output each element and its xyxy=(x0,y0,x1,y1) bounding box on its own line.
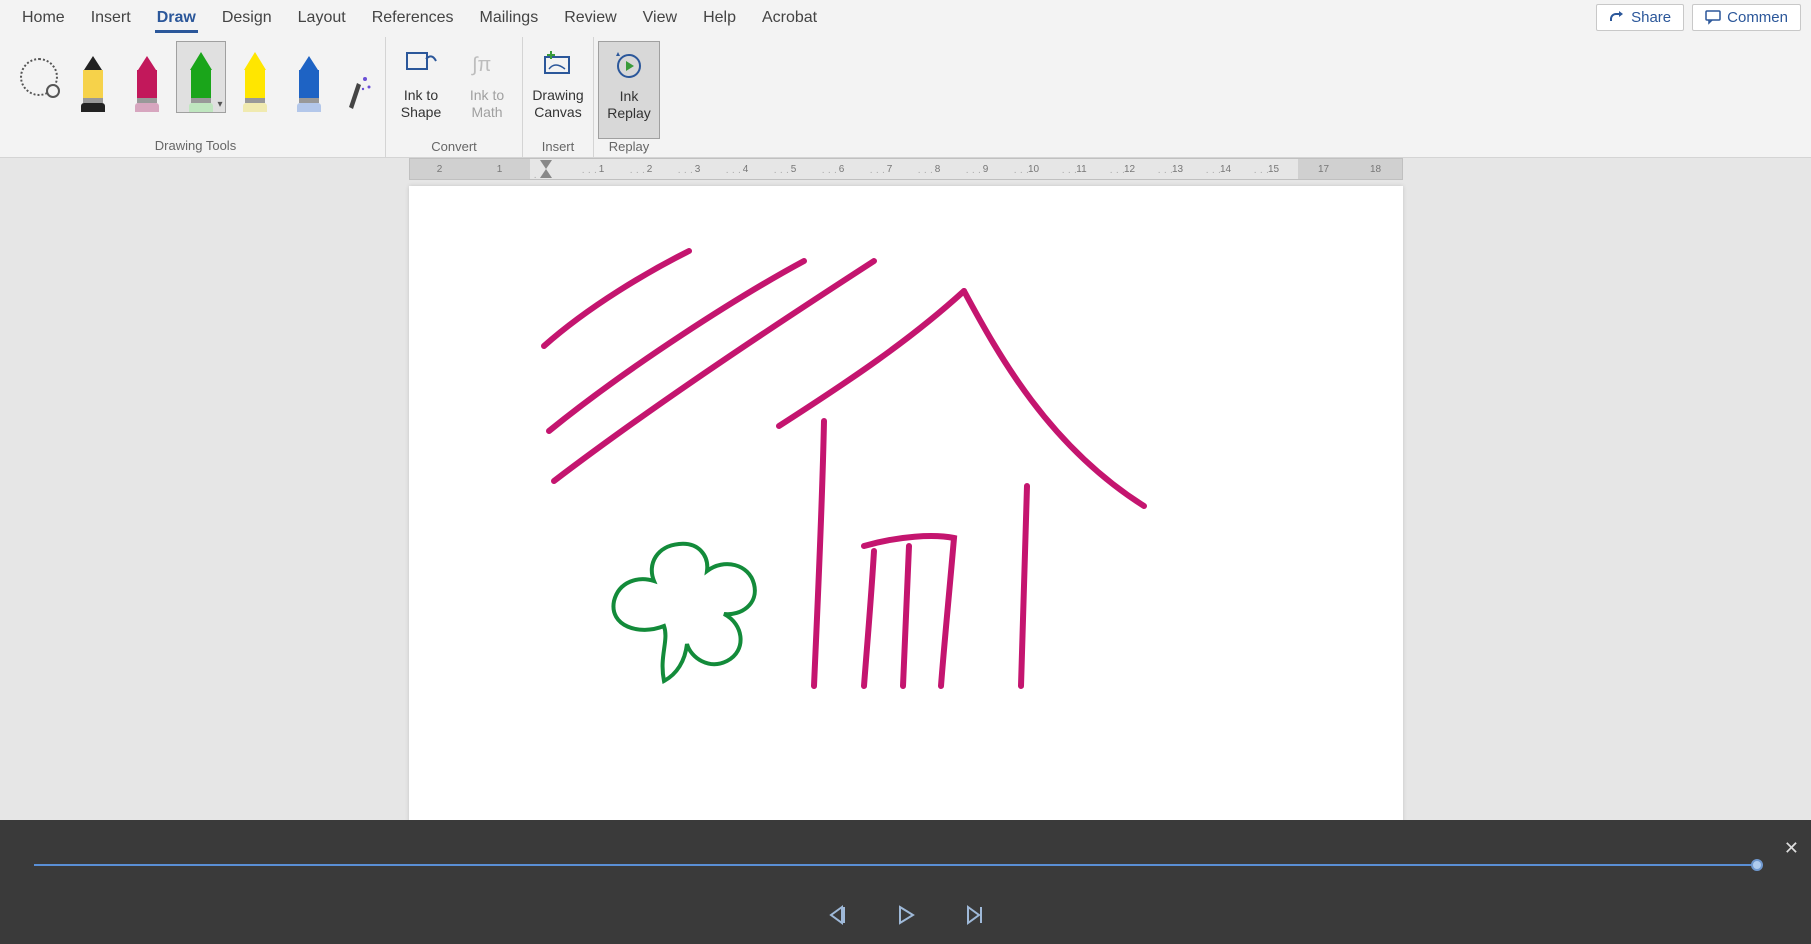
document-page[interactable] xyxy=(409,186,1403,820)
action-pen[interactable] xyxy=(338,41,378,113)
ink-replay-button[interactable]: Ink Replay xyxy=(598,41,660,139)
tab-draw[interactable]: Draw xyxy=(145,3,208,31)
ribbon-group-label: Convert xyxy=(431,139,477,158)
ruler-tick: 2 xyxy=(626,164,674,175)
ink-to-math-icon: ∫π xyxy=(470,47,504,81)
share-button[interactable]: Share xyxy=(1596,4,1684,31)
replay-forward-button[interactable] xyxy=(963,904,985,926)
replay-controls xyxy=(827,904,985,926)
highlighter-green[interactable]: ▾ xyxy=(176,41,226,113)
replay-play-button[interactable] xyxy=(895,904,917,926)
ribbon-group-label: Drawing Tools xyxy=(155,138,236,157)
ruler-tick: 1 xyxy=(578,164,626,175)
ribbon: ▾ xyxy=(0,34,1811,158)
pen-tip-icon xyxy=(300,56,318,70)
indent-marker-top-icon[interactable] xyxy=(540,160,552,169)
ruler-tick: 11 xyxy=(1058,164,1106,175)
ink-to-shape-button[interactable]: Ink to Shape xyxy=(390,41,452,139)
ruler-tick: 7 xyxy=(866,164,914,175)
tab-mailings[interactable]: Mailings xyxy=(468,3,551,31)
horizontal-ruler[interactable]: 2 1 1 2 3 4 5 6 7 8 9 10 11 12 13 14 15 … xyxy=(409,158,1403,180)
ink-to-math-button: ∫π Ink to Math xyxy=(456,41,518,139)
ink-drawing xyxy=(409,186,1403,820)
replay-back-button[interactable] xyxy=(827,904,849,926)
share-label: Share xyxy=(1631,9,1671,26)
ruler-tick: 2 xyxy=(437,164,443,175)
ruler-tick: 3 xyxy=(674,164,722,175)
ruler-tick: 10 xyxy=(1010,164,1058,175)
step-back-icon xyxy=(827,904,849,926)
pen-yellow-black[interactable] xyxy=(68,41,118,113)
ruler-tick: 14 xyxy=(1202,164,1250,175)
tab-acrobat[interactable]: Acrobat xyxy=(750,3,829,31)
ribbon-tabs: Home Insert Draw Design Layout Reference… xyxy=(0,0,1811,34)
ribbon-group-label: Replay xyxy=(609,139,649,158)
ruler-tick: 18 xyxy=(1370,164,1381,175)
highlighter-yellow[interactable] xyxy=(230,41,280,113)
pen-magenta[interactable] xyxy=(122,41,172,113)
ink-to-shape-icon xyxy=(404,47,438,81)
pen-tip-icon xyxy=(84,56,102,70)
ruler-tick: 1 xyxy=(497,164,503,175)
action-pen-icon xyxy=(343,71,373,113)
tab-layout[interactable]: Layout xyxy=(286,3,358,31)
ruler-tick: 4 xyxy=(722,164,770,175)
pen-tip-icon xyxy=(138,56,156,70)
tab-home[interactable]: Home xyxy=(10,3,77,31)
ribbon-group-replay: Ink Replay Replay xyxy=(594,37,664,157)
ruler-tick: 15 xyxy=(1250,164,1298,175)
ruler-tick: 6 xyxy=(818,164,866,175)
highlighter-tip-icon xyxy=(244,52,266,70)
ink-replay-icon xyxy=(612,48,646,82)
ribbon-group-drawing-tools: ▾ xyxy=(6,37,386,157)
replay-scrubber-handle[interactable] xyxy=(1751,859,1763,871)
tab-insert[interactable]: Insert xyxy=(79,3,143,31)
pen-blue[interactable] xyxy=(284,41,334,113)
tab-references[interactable]: References xyxy=(360,3,466,31)
play-icon xyxy=(895,904,917,926)
indent-marker-bottom-icon[interactable] xyxy=(540,169,552,178)
tab-review[interactable]: Review xyxy=(552,3,628,31)
ribbon-group-insert: Drawing Canvas Insert xyxy=(523,37,594,157)
comment-label: Commen xyxy=(1727,9,1788,26)
drawing-canvas-icon xyxy=(541,47,575,81)
lasso-icon xyxy=(20,58,58,96)
share-icon xyxy=(1609,9,1625,25)
close-replay-button[interactable]: ✕ xyxy=(1784,838,1799,859)
ruler-tick: 5 xyxy=(770,164,818,175)
lasso-select-tool[interactable] xyxy=(14,41,64,113)
ruler-tick: 17 xyxy=(1318,164,1329,175)
ruler-tick: 13 xyxy=(1154,164,1202,175)
comment-button[interactable]: Commen xyxy=(1692,4,1801,31)
step-forward-icon xyxy=(963,904,985,926)
ribbon-group-convert: Ink to Shape ∫π Ink to Math Convert xyxy=(386,37,523,157)
drawing-canvas-button[interactable]: Drawing Canvas xyxy=(527,41,589,139)
workspace: 2 1 1 2 3 4 5 6 7 8 9 10 11 12 13 14 15 … xyxy=(0,158,1811,820)
tab-view[interactable]: View xyxy=(631,3,689,31)
tab-help[interactable]: Help xyxy=(691,3,748,31)
comment-icon xyxy=(1705,9,1721,25)
ruler-tick: 12 xyxy=(1106,164,1154,175)
svg-text:∫π: ∫π xyxy=(471,54,491,76)
tab-design[interactable]: Design xyxy=(210,3,284,31)
ribbon-group-label: Insert xyxy=(542,139,575,158)
replay-timeline[interactable] xyxy=(34,864,1757,866)
ink-replay-bar: ✕ xyxy=(0,820,1811,944)
chevron-down-icon[interactable]: ▾ xyxy=(217,99,222,110)
highlighter-tip-icon xyxy=(190,52,212,70)
ruler-tick: 8 xyxy=(914,164,962,175)
ruler-tick: 9 xyxy=(962,164,1010,175)
